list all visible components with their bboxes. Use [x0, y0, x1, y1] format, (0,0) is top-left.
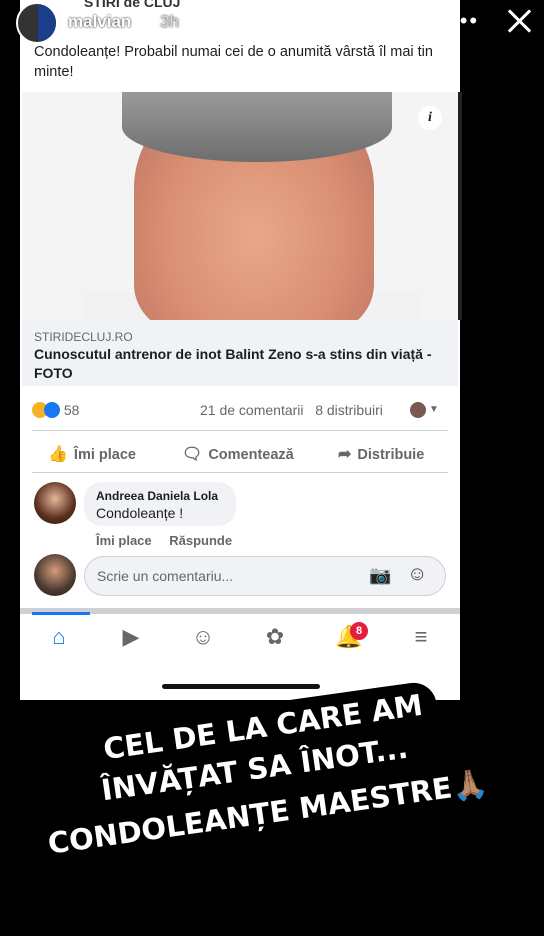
caret-down-icon[interactable]: ▼	[429, 404, 439, 415]
link-preview-card[interactable]: i STIRIDECLUJ.RO Cunoscutul antrenor de …	[22, 92, 462, 386]
comment-actions: Îmi place Răspunde	[96, 533, 246, 548]
close-button[interactable]	[502, 4, 536, 38]
comment-text: Condoleanțe !	[96, 505, 184, 521]
notifications-badge: 8	[350, 622, 368, 640]
divider	[32, 472, 448, 473]
video-icon[interactable]: ▶	[116, 624, 146, 650]
share-button[interactable]: ➦ Distribuie	[338, 444, 424, 464]
reactions-summary[interactable]: 58	[32, 402, 79, 418]
info-icon[interactable]: i	[418, 106, 442, 130]
comment-like-link[interactable]: Îmi place	[96, 533, 152, 548]
story-timestamp: 3h	[160, 12, 179, 31]
post-actions: 👍 Îmi place 🗨 Comentează ➦ Distribuie	[20, 436, 460, 472]
comment-bubble-icon: 🗨	[182, 446, 203, 463]
comment-reply-link[interactable]: Răspunde	[169, 533, 232, 548]
groups-icon[interactable]: ✿	[260, 624, 290, 650]
comment-button[interactable]: 🗨 Comentează	[182, 444, 294, 464]
photo-hair	[122, 92, 392, 162]
link-preview-image: i	[22, 92, 462, 320]
menu-icon[interactable]: ≡	[406, 624, 436, 650]
commenter-avatar[interactable]	[34, 482, 76, 524]
reaction-count: 58	[63, 402, 80, 418]
like-reaction-icon	[44, 402, 60, 418]
comment-input[interactable]: Scrie un comentariu... 📷 ☺	[84, 556, 446, 596]
home-indicator	[162, 684, 320, 689]
engagement-counts: 21 de comentarii 8 distribuiri	[200, 402, 383, 418]
story-top-bar: STIRI de CLUJ malvian 3h •••	[0, 0, 544, 50]
share-arrow-icon: ➦	[338, 446, 352, 463]
comment-bubble: Andreea Daniela Lola Condoleanțe !	[84, 482, 236, 526]
like-button[interactable]: 👍 Îmi place	[48, 444, 136, 464]
home-icon[interactable]: ⌂	[44, 624, 74, 650]
shares-count[interactable]: 8 distribuiri	[315, 402, 383, 418]
current-user-avatar	[34, 554, 76, 596]
camera-icon[interactable]: 📷	[369, 565, 391, 586]
active-tab-indicator	[32, 612, 90, 615]
viewer-avatar-icon[interactable]	[410, 402, 426, 418]
emoji-icon[interactable]: ☺	[407, 563, 427, 586]
comment-author[interactable]: Andreea Daniela Lola	[96, 489, 218, 503]
link-domain: STIRIDECLUJ.RO	[34, 330, 133, 344]
link-title[interactable]: Cunoscutul antrenor de inot Balint Zeno …	[34, 345, 449, 383]
comments-count[interactable]: 21 de comentarii	[200, 402, 304, 418]
story-username[interactable]: malvian	[68, 12, 131, 32]
divider	[32, 430, 448, 431]
comment-input-placeholder: Scrie un comentariu...	[97, 568, 234, 584]
story-viewer: Condoleanțe! Probabil numai cei de o anu…	[0, 0, 544, 936]
facebook-post-screenshot: Condoleanțe! Probabil numai cei de o anu…	[20, 0, 462, 700]
story-user-avatar[interactable]	[16, 2, 58, 44]
thumbs-up-icon: 👍	[48, 446, 68, 463]
profile-icon[interactable]: ☺	[188, 624, 218, 650]
more-options-button[interactable]: •••	[450, 8, 479, 34]
bottom-nav: ⌂ ▶ ☺ ✿ 🔔 ≡	[20, 620, 460, 664]
page-name: STIRI de CLUJ	[84, 0, 181, 10]
